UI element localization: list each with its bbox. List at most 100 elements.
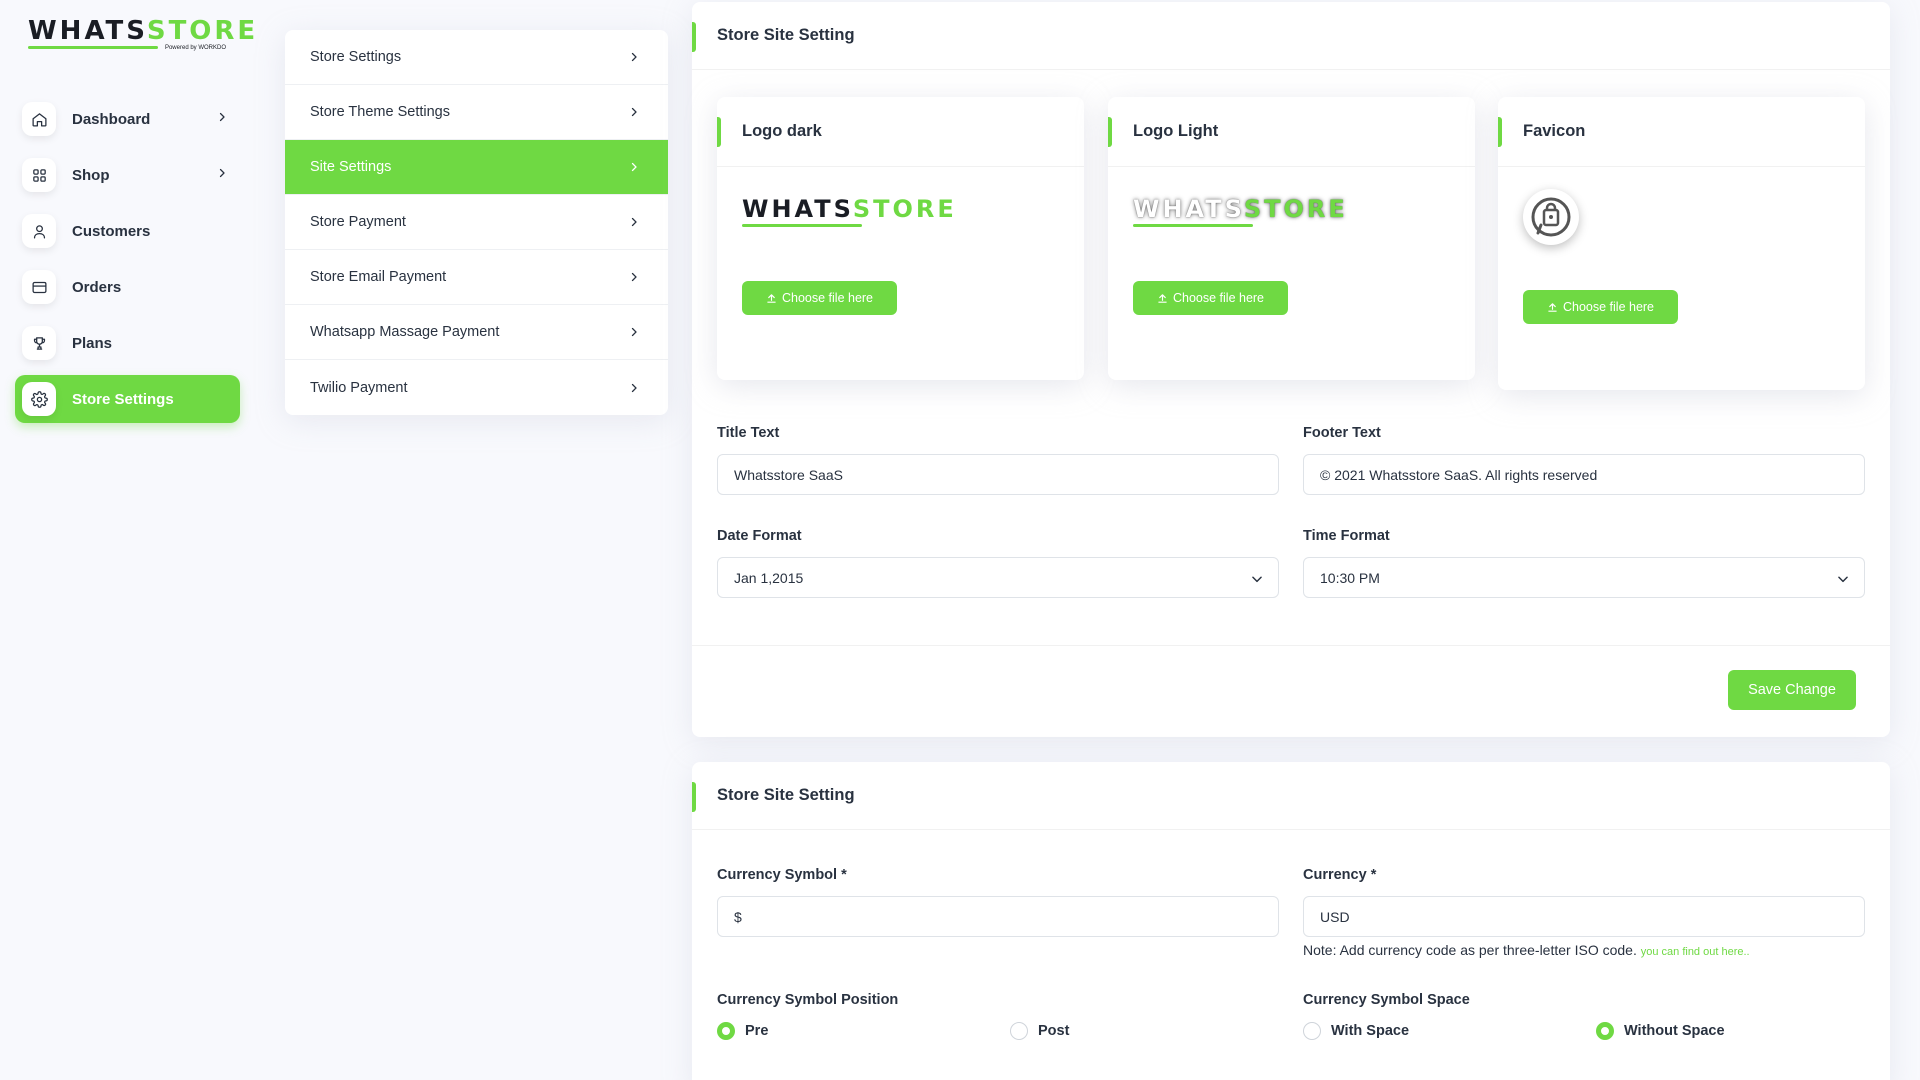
currency-input[interactable]: USD <box>1303 896 1865 937</box>
menu-item-whatsapp-payment[interactable]: Whatsapp Massage Payment <box>285 305 668 360</box>
logo-dark-choose-file-button[interactable]: Choose file here <box>742 281 897 315</box>
menu-item-label: Twilio Payment <box>310 379 408 396</box>
radio-label: With Space <box>1331 1023 1410 1039</box>
menu-item-label: Store Settings <box>310 49 402 65</box>
sidebar-item-label: Dashboard <box>72 110 151 128</box>
currency-label: Currency * <box>1303 867 1377 883</box>
menu-item-store-theme-settings[interactable]: Store Theme Settings <box>285 85 668 140</box>
sidebar-item-shop[interactable]: Shop <box>15 151 240 199</box>
menu-item-twilio-payment[interactable]: Twilio Payment <box>285 360 668 415</box>
sidebar-nav: Dashboard Shop Customers Orders Plans St… <box>15 95 240 431</box>
iso-code-link[interactable]: you can find out here.. <box>1641 946 1750 958</box>
logo-underline <box>1133 224 1253 227</box>
logo-light-title: Logo Light <box>1133 122 1219 140</box>
logo-light-card: Logo Light WHATSSTORE Choose file here <box>1108 97 1475 380</box>
save-change-button[interactable]: Save Change <box>1728 670 1856 710</box>
chevron-right-icon <box>631 327 637 337</box>
favicon-choose-file-button[interactable]: Choose file here <box>1523 290 1678 324</box>
input-value: Whatsstore SaaS <box>734 466 843 483</box>
upload-icon <box>767 293 776 303</box>
chevron-right-icon <box>219 112 225 122</box>
logo-dark-header: Logo dark <box>717 97 1084 167</box>
chevron-down-icon <box>1838 576 1848 583</box>
menu-item-label: Site Settings <box>310 159 392 175</box>
logo-underline <box>742 224 862 227</box>
radio-label: Pre <box>745 1023 769 1039</box>
chevron-right-icon <box>631 217 637 227</box>
brand-tagline: Powered by WORKDO <box>164 45 226 51</box>
trophy-icon <box>22 326 56 360</box>
logo-dark-wordmark: WHATSSTORE <box>742 195 957 223</box>
button-label: Choose file here <box>781 291 874 305</box>
sidebar-item-plans[interactable]: Plans <box>15 319 240 367</box>
logo-light-choose-file-button[interactable]: Choose file here <box>1133 281 1288 315</box>
logo-light-preview: WHATSSTORE <box>1133 195 1348 231</box>
menu-item-label: Store Email Payment <box>310 269 447 285</box>
menu-item-site-settings[interactable]: Site Settings <box>285 140 668 195</box>
sidebar-item-dashboard[interactable]: Dashboard <box>15 95 240 143</box>
chevron-right-icon <box>631 162 637 172</box>
radio-label: Without Space <box>1624 1023 1725 1039</box>
menu-item-label: Whatsapp Massage Payment <box>310 324 500 340</box>
currency-space-label: Currency Symbol Space <box>1303 992 1470 1008</box>
logo-light-wordmark: WHATSSTORE <box>1133 195 1348 223</box>
radio-label: Post <box>1038 1023 1070 1039</box>
gear-icon <box>22 382 56 416</box>
title-text-input[interactable]: Whatsstore SaaS <box>717 454 1279 495</box>
footer-text-label: Footer Text <box>1303 425 1381 441</box>
date-format-label: Date Format <box>717 528 802 544</box>
sidebar-item-label: Plans <box>72 334 113 352</box>
select-value: 10:30 PM <box>1320 569 1380 586</box>
title-text-label: Title Text <box>717 425 780 441</box>
sidebar-item-label: Orders <box>72 278 122 296</box>
brand-wordmark: WHATSSTORE <box>28 16 259 46</box>
date-format-select[interactable]: Jan 1,2015 <box>717 557 1279 598</box>
upload-icon <box>1548 302 1557 312</box>
card-header: Store Site Setting <box>692 762 1890 830</box>
currency-position-label: Currency Symbol Position <box>717 992 899 1008</box>
logo-light-header: Logo Light <box>1108 97 1475 167</box>
sidebar-item-label: Store Settings <box>72 390 174 408</box>
chevron-right-icon <box>631 52 637 62</box>
footer-text-input[interactable]: © 2021 Whatsstore SaaS. All rights reser… <box>1303 454 1865 495</box>
menu-item-store-payment[interactable]: Store Payment <box>285 195 668 250</box>
card-header: Store Site Setting <box>692 2 1890 70</box>
radio-dot[interactable] <box>1010 1022 1028 1040</box>
radio-without-space[interactable]: Without Space <box>1596 1022 1725 1040</box>
sidebar-item-orders[interactable]: Orders <box>15 263 240 311</box>
settings-menu: Store Settings Store Theme Settings Site… <box>285 30 668 415</box>
menu-item-label: Store Theme Settings <box>310 104 450 120</box>
currency-symbol-input[interactable]: $ <box>717 896 1279 937</box>
currency-settings-card: Store Site Setting Currency Symbol * $ C… <box>692 762 1890 1080</box>
menu-item-store-settings[interactable]: Store Settings <box>285 30 668 85</box>
logo-dark-preview: WHATSSTORE <box>742 195 957 231</box>
favicon-card: Favicon Choose file here <box>1498 97 1865 390</box>
home-icon <box>22 102 56 136</box>
grid-icon <box>22 158 56 192</box>
chevron-right-icon <box>631 272 637 282</box>
radio-dot[interactable] <box>1303 1022 1321 1040</box>
sidebar-item-customers[interactable]: Customers <box>15 207 240 255</box>
brand-logo[interactable]: WHATSSTORE Powered by WORKDO <box>28 16 259 54</box>
favicon-title: Favicon <box>1523 122 1586 140</box>
site-settings-card: Store Site Setting Logo dark WHATSSTORE … <box>692 2 1890 737</box>
input-value: $ <box>734 908 742 925</box>
time-format-label: Time Format <box>1303 528 1390 544</box>
input-value: © 2021 Whatsstore SaaS. All rights reser… <box>1320 466 1598 483</box>
card-divider <box>692 645 1890 646</box>
radio-dot[interactable] <box>717 1022 735 1040</box>
radio-dot[interactable] <box>1596 1022 1614 1040</box>
radio-position-post[interactable]: Post <box>1010 1022 1069 1040</box>
menu-item-store-email-payment[interactable]: Store Email Payment <box>285 250 668 305</box>
radio-with-space[interactable]: With Space <box>1303 1022 1409 1040</box>
chevron-right-icon <box>631 383 637 392</box>
currency-note: Note: Add currency code as per three-let… <box>1303 942 1750 958</box>
credit-card-icon <box>22 270 56 304</box>
time-format-select[interactable]: 10:30 PM <box>1303 557 1865 598</box>
chevron-right-icon <box>219 168 225 178</box>
currency-symbol-label: Currency Symbol * <box>717 867 847 883</box>
input-value: USD <box>1320 908 1350 925</box>
radio-position-pre[interactable]: Pre <box>717 1022 768 1040</box>
sidebar-item-store-settings[interactable]: Store Settings <box>15 375 240 423</box>
sidebar-item-label: Shop <box>72 166 110 184</box>
